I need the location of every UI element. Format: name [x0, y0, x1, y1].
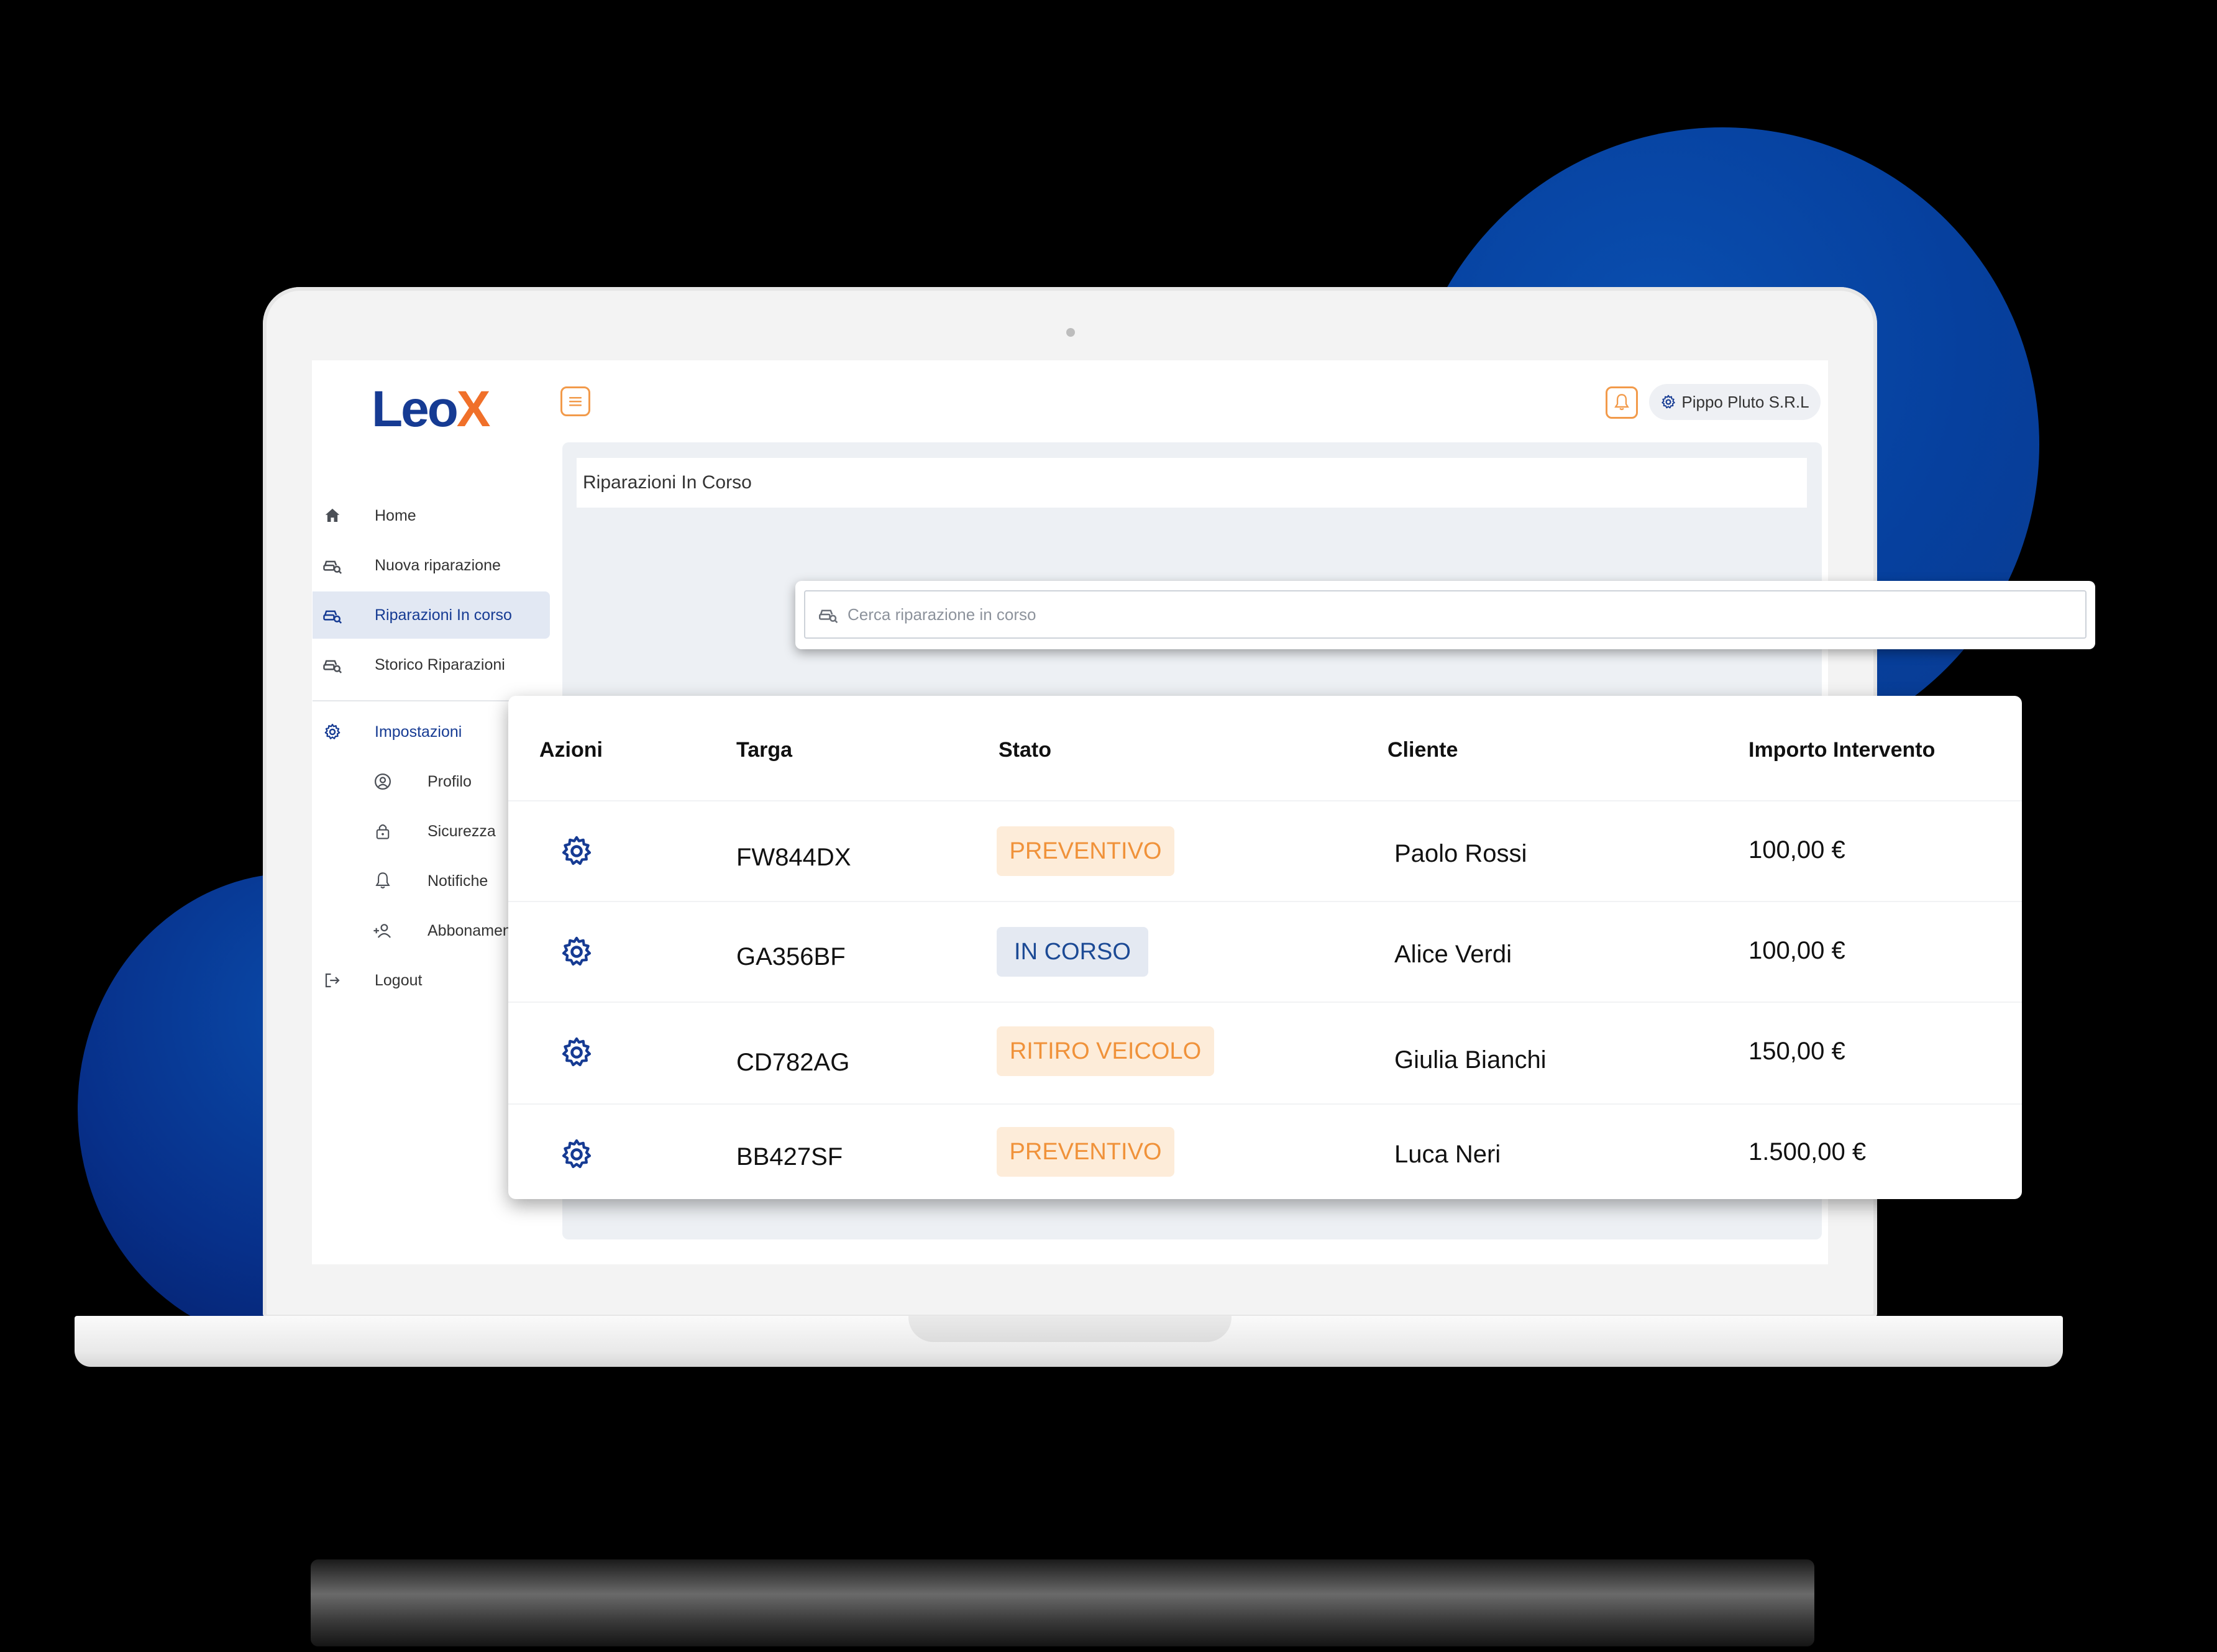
row-cliente: Giulia Bianchi	[1394, 1046, 1547, 1074]
sidebar-item-label: Riparazioni In corso	[375, 606, 512, 624]
car-search-icon	[321, 604, 344, 626]
sidebar-item-label: Storico Riparazioni	[375, 656, 505, 673]
menu-toggle-button[interactable]	[560, 386, 590, 416]
page-title: Riparazioni In Corso	[577, 458, 1807, 508]
row-cliente: Paolo Rossi	[1394, 840, 1527, 867]
sidebar-subitem-abbonamenti[interactable]: Abbonamenti	[367, 907, 508, 956]
sidebar-item-label: Home	[375, 507, 416, 524]
sidebar-subitem-notifiche[interactable]: Notifiche	[367, 857, 508, 906]
laptop-notch	[908, 1316, 1232, 1342]
status-badge: RITIRO VEICOLO	[997, 1026, 1214, 1076]
logo-text: Leo	[372, 381, 459, 437]
sidebar-subitem-label: Sicurezza	[427, 823, 496, 840]
search-input[interactable]: Cerca riparazione in corso	[804, 590, 2087, 639]
gear-icon	[562, 1139, 592, 1169]
row-targa: FW844DX	[736, 844, 851, 871]
sidebar-item-label: Impostazioni	[375, 723, 462, 741]
sidebar-subitem-label: Abbonamenti	[427, 922, 508, 939]
row-actions-button[interactable]	[559, 934, 594, 969]
row-importo: 150,00 €	[1748, 1038, 1845, 1065]
add-user-icon	[372, 920, 394, 942]
company-name: Pippo Pluto S.R.L	[1681, 392, 1809, 411]
row-importo: 1.500,00 €	[1748, 1138, 1867, 1166]
sidebar-subitem-label: Profilo	[427, 773, 472, 790]
logo-accent: X	[456, 381, 491, 437]
laptop-shadow	[311, 1559, 1814, 1646]
column-header-cliente: Cliente	[1387, 738, 1458, 762]
status-badge: PREVENTIVO	[997, 826, 1174, 876]
row-targa: GA356BF	[736, 943, 846, 970]
column-header-importo: Importo Intervento	[1748, 738, 1936, 762]
notifications-button[interactable]	[1606, 386, 1638, 419]
app-logo[interactable]: LeoX	[372, 380, 491, 439]
gear-icon	[1662, 395, 1676, 409]
car-search-icon	[819, 609, 838, 624]
row-cliente: Luca Neri	[1394, 1141, 1501, 1168]
car-search-icon	[321, 554, 344, 577]
row-importo: 100,00 €	[1748, 836, 1845, 864]
row-importo: 100,00 €	[1748, 937, 1845, 964]
logout-icon	[321, 969, 344, 992]
sidebar-item-label: Nuova riparazione	[375, 557, 501, 574]
row-cliente: Alice Verdi	[1394, 941, 1512, 968]
sidebar-subitem-label: Notifiche	[427, 872, 488, 890]
sidebar-subitem-sicurezza[interactable]: Sicurezza	[367, 808, 508, 856]
bell-icon	[372, 870, 394, 892]
gear-icon	[562, 1037, 592, 1067]
row-actions-button[interactable]	[559, 1035, 594, 1070]
row-targa: CD782AG	[736, 1049, 850, 1076]
home-icon	[321, 504, 344, 527]
hamburger-icon	[569, 397, 582, 406]
user-circle-icon	[372, 770, 394, 793]
sidebar-item-nuova-riparazione[interactable]: Nuova riparazione	[313, 542, 550, 590]
sidebar-item-label: Logout	[375, 972, 423, 989]
status-badge: PREVENTIVO	[997, 1127, 1174, 1177]
camera-icon	[1066, 328, 1075, 337]
column-header-stato: Stato	[999, 738, 1051, 762]
row-actions-button[interactable]	[559, 834, 594, 869]
gear-icon	[562, 836, 592, 865]
sidebar-item-home[interactable]: Home	[313, 492, 550, 541]
search-placeholder: Cerca riparazione in corso	[848, 605, 1036, 624]
sidebar-item-storico-riparazioni[interactable]: Storico Riparazioni	[313, 641, 550, 690]
row-targa: BB427SF	[736, 1143, 843, 1171]
column-header-targa: Targa	[736, 738, 793, 762]
status-badge: IN CORSO	[997, 927, 1148, 977]
company-menu-button[interactable]: Pippo Pluto S.R.L	[1649, 384, 1821, 420]
sidebar-item-riparazioni-in-corso[interactable]: Riparazioni In corso	[313, 591, 550, 640]
column-header-azioni: Azioni	[539, 738, 603, 762]
gear-icon	[321, 721, 344, 743]
row-actions-button[interactable]	[559, 1137, 594, 1172]
lock-icon	[372, 820, 394, 842]
bell-icon	[1614, 394, 1629, 411]
gear-icon	[562, 936, 592, 966]
car-search-icon	[321, 654, 344, 676]
